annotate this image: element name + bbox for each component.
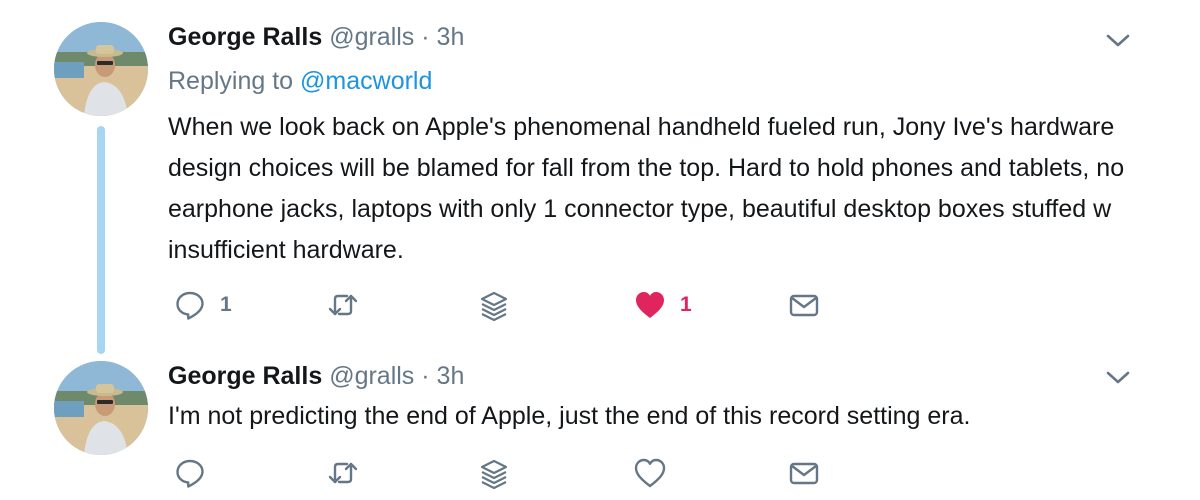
tweet-text: I'm not predicting the end of Apple, jus…: [168, 402, 971, 430]
author-handle[interactable]: @gralls: [329, 362, 414, 390]
avatar[interactable]: [54, 22, 148, 116]
stack-button[interactable]: [478, 285, 510, 325]
envelope-icon: [789, 294, 819, 317]
tweet-actions: [0, 453, 1200, 493]
direct-message-button[interactable]: [788, 285, 820, 325]
separator-dot: ·: [421, 23, 430, 51]
avatar-image: [54, 361, 148, 455]
stack-icon: [480, 291, 508, 321]
avatar[interactable]: [54, 361, 148, 455]
retweet-icon: [328, 462, 358, 484]
reply-button[interactable]: [174, 453, 220, 493]
chevron-down-icon[interactable]: [1104, 367, 1132, 387]
reply-count: 1: [220, 293, 232, 316]
reply-icon: [176, 291, 204, 320]
tweet[interactable]: George Ralls @gralls · 3h I'm not predic…: [0, 345, 1200, 500]
tweet-actions: 1 1: [0, 285, 1200, 325]
replying-to: Replying to @macworld: [168, 66, 432, 96]
tweet-header: George Ralls @gralls · 3h: [168, 22, 464, 52]
reply-button[interactable]: 1: [174, 285, 232, 325]
author-name[interactable]: George Ralls: [168, 23, 322, 51]
separator-dot: ·: [421, 362, 430, 390]
tweet-text: When we look back on Apple's phenomenal …: [168, 113, 1125, 264]
like-count: 1: [680, 293, 692, 316]
author-name[interactable]: George Ralls: [168, 362, 322, 390]
chevron-down-icon[interactable]: [1104, 30, 1132, 50]
retweet-button[interactable]: [327, 453, 373, 493]
avatar-image: [54, 22, 148, 116]
timestamp[interactable]: 3h: [437, 362, 465, 390]
stack-button[interactable]: [478, 453, 510, 493]
reply-icon: [176, 459, 204, 488]
tweet-header: George Ralls @gralls · 3h: [168, 361, 464, 391]
mention-link[interactable]: @macworld: [300, 67, 432, 95]
heart-icon: [634, 458, 666, 488]
direct-message-button[interactable]: [788, 453, 820, 493]
retweet-icon: [328, 294, 358, 316]
envelope-icon: [789, 462, 819, 485]
timestamp[interactable]: 3h: [437, 23, 465, 51]
like-button[interactable]: 1: [634, 285, 692, 325]
tweet[interactable]: George Ralls @gralls · 3h Replying to @m…: [0, 0, 1200, 354]
retweet-button[interactable]: [327, 285, 373, 325]
heart-icon: [636, 292, 664, 318]
like-button[interactable]: [634, 453, 680, 493]
replying-to-label: Replying to: [168, 67, 294, 95]
author-handle[interactable]: @gralls: [329, 23, 414, 51]
stack-icon: [480, 459, 508, 489]
